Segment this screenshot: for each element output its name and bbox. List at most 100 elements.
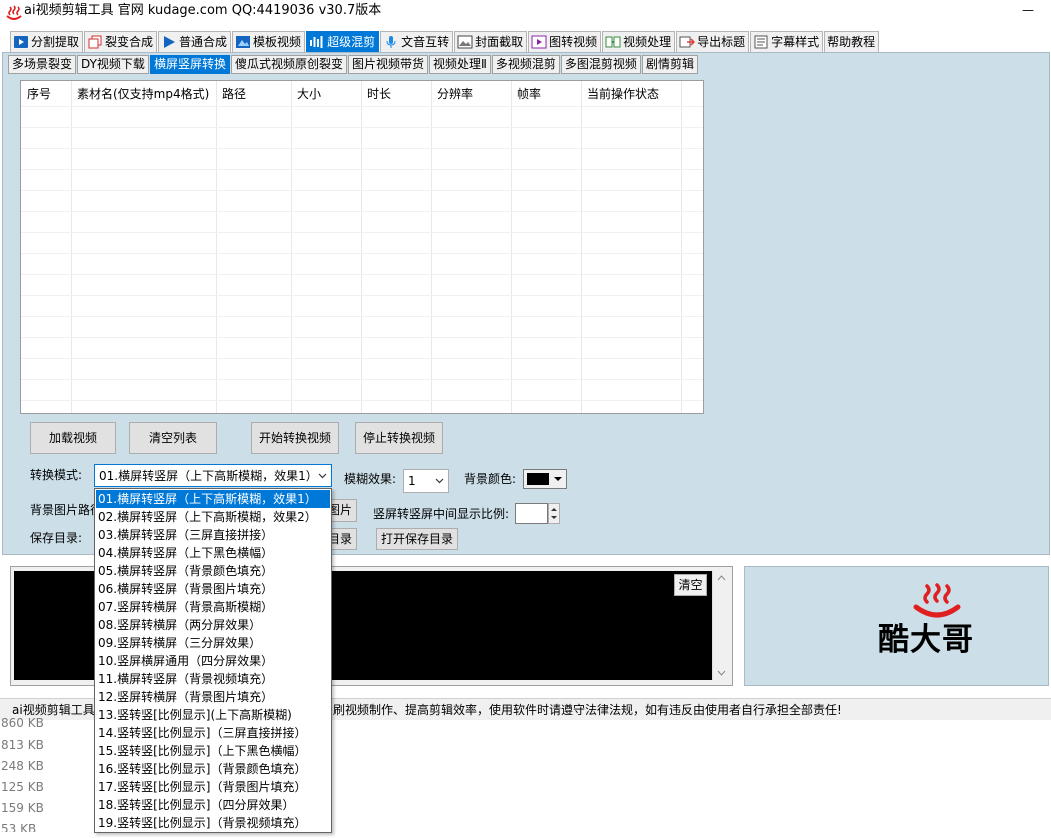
subtitle-icon (754, 35, 768, 49)
tab-label: 封面截取 (475, 35, 524, 49)
column-header-index[interactable]: 序号 (21, 82, 51, 106)
window-title: ai视频剪辑工具 官网 kudage.com QQ:4419036 v30.7版… (24, 3, 382, 18)
copy-pages-icon (88, 35, 102, 49)
mode-option[interactable]: 15.竖转竖[比例显示]（上下黑色横幅） (96, 742, 330, 760)
tab-label: 超级混剪 (327, 35, 376, 49)
mode-option[interactable]: 16.竖转竖[比例显示]（背景颜色填充） (96, 760, 330, 778)
tab-label: 模板视频 (253, 35, 302, 49)
mode-select[interactable]: 01.横屏转竖屏（上下高斯模糊，效果1） (94, 464, 332, 487)
mode-label: 转换模式: (30, 468, 83, 482)
column-header-path[interactable]: 路径 (216, 82, 246, 106)
mode-option[interactable]: 11.横屏转竖屏（背景视频填充） (96, 670, 330, 688)
mode-dropdown-list[interactable]: 01.横屏转竖屏（上下高斯模糊，效果1） 02.横屏转竖屏（上下高斯模糊，效果2… (94, 488, 332, 833)
subtab-multi-image-mix[interactable]: 多图混剪视频 (560, 55, 641, 74)
tab-normal-compose[interactable]: 普通合成 (158, 31, 232, 52)
bg-color-label: 背景颜色: (464, 472, 517, 486)
column-header-framerate[interactable]: 帧率 (511, 82, 541, 106)
blur-select[interactable]: 1 (403, 469, 449, 493)
chevron-down-icon (431, 470, 448, 491)
mode-option[interactable]: 12.竖屏转横屏（背景图片填充） (96, 688, 330, 706)
chevron-down-icon (314, 465, 331, 486)
subtab-story-edit[interactable]: 剧情剪辑 (641, 55, 698, 74)
video-file-table[interactable]: 序号 素材名(仅支持mp4格式) 路径 大小 时长 分辨率 帧率 当前操作状态 (20, 80, 704, 414)
tab-label: 字幕样式 (771, 35, 820, 49)
film-split-icon (14, 36, 28, 48)
subtab-image-video-sales[interactable]: 图片视频带货 (347, 55, 428, 74)
tab-video-process[interactable]: 视频处理 (602, 31, 676, 52)
brand-name: 酷大哥 (878, 622, 974, 658)
bg-color-picker[interactable] (523, 469, 567, 489)
subtab-dy-download[interactable]: DY视频下载 (77, 55, 149, 74)
save-dir-label: 保存目录: (30, 531, 83, 545)
mode-option[interactable]: 02.横屏转竖屏（上下高斯模糊，效果2） (96, 508, 330, 526)
bg-file-size: 125 KB (1, 780, 44, 794)
column-header-size[interactable]: 大小 (291, 82, 321, 106)
video-process-icon (605, 36, 621, 48)
image-icon (457, 35, 473, 49)
steam-bowl-logo-icon (912, 583, 962, 623)
image-to-video-icon (531, 35, 547, 49)
tab-text-audio[interactable]: 文音互转 (380, 31, 454, 52)
tab-template-video[interactable]: 模板视频 (232, 31, 306, 52)
mode-option[interactable]: 17.竖转竖[比例显示]（背景图片填充） (96, 778, 330, 796)
export-icon (679, 36, 696, 48)
subtab-video-process-2[interactable]: 视频处理Ⅱ (428, 55, 491, 74)
audio-bars-icon (310, 36, 323, 48)
subtab-multi-video-mix[interactable]: 多视频混剪 (491, 55, 560, 74)
tab-label: 普通合成 (179, 35, 228, 49)
mode-option[interactable]: 09.竖屏转横屏（三分屏效果） (96, 634, 330, 652)
tab-label: 视频处理 (623, 35, 672, 49)
mode-option[interactable]: 18.竖转竖[比例显示]（四分屏效果） (96, 796, 330, 814)
tab-label: 分割提取 (31, 35, 80, 49)
status-notice-text: 刷视频制作、提高剪辑效率，使用软件时请遵守法律法规，如有违反由使用者自行承担全部… (333, 703, 842, 717)
sub-tab-strip: 多场景裂变 DY视频下载 横屏竖屏转换 傻瓜式视频原创裂变 图片视频带货 视频处… (8, 55, 699, 74)
bg-file-size: 813 KB (1, 738, 44, 752)
column-header-status[interactable]: 当前操作状态 (581, 82, 659, 106)
log-scrollbar[interactable] (712, 571, 729, 680)
microphone-icon (386, 36, 396, 48)
mode-option[interactable]: 14.竖转竖[比例显示]（三屏直接拼接） (96, 724, 330, 742)
start-convert-button[interactable]: 开始转换视频 (251, 422, 339, 454)
mode-option[interactable]: 01.横屏转竖屏（上下高斯模糊，效果1） (96, 490, 330, 508)
tab-export-title[interactable]: 导出标题 (676, 31, 750, 52)
column-header-duration[interactable]: 时长 (361, 82, 391, 106)
mode-option[interactable]: 03.横屏转竖屏（三屏直接拼接） (96, 526, 330, 544)
tab-label: 帮助教程 (827, 35, 876, 49)
column-header-name[interactable]: 素材名(仅支持mp4格式) (71, 82, 209, 106)
tab-subtitle-style[interactable]: 字幕样式 (750, 31, 824, 52)
load-video-button[interactable]: 加载视频 (30, 422, 116, 454)
ratio-spinner[interactable] (548, 503, 560, 524)
tab-cover-capture[interactable]: 封面截取 (454, 31, 528, 52)
bg-file-size: 248 KB (1, 759, 44, 773)
mode-option[interactable]: 04.横屏转竖屏（上下黑色横幅） (96, 544, 330, 562)
column-header-resolution[interactable]: 分辨率 (431, 82, 473, 106)
tab-super-mix[interactable]: 超级混剪 (306, 31, 380, 52)
tab-help[interactable]: 帮助教程 (824, 31, 880, 52)
ratio-input[interactable] (515, 503, 548, 524)
tab-fission-compose[interactable]: 裂变合成 (84, 31, 158, 52)
mode-option[interactable]: 13.竖转竖[比例显示](上下高斯模糊) (96, 706, 330, 724)
mode-option[interactable]: 10.竖屏横屏通用（四分屏效果） (96, 652, 330, 670)
tab-split-extract[interactable]: 分割提取 (10, 31, 84, 52)
tab-label: 裂变合成 (105, 35, 154, 49)
mode-option[interactable]: 07.竖屏转横屏（背景高斯模糊） (96, 598, 330, 616)
open-save-dir-button[interactable]: 打开保存目录 (376, 528, 458, 550)
clear-list-button[interactable]: 清空列表 (129, 422, 217, 454)
mode-option[interactable]: 08.竖屏转横屏（两分屏效果） (96, 616, 330, 634)
play-icon (164, 36, 176, 48)
clear-log-button[interactable]: 清空 (674, 574, 707, 596)
subtab-orientation-convert[interactable]: 横屏竖屏转换 (149, 55, 230, 74)
mode-option[interactable]: 05.横屏转竖屏（背景颜色填充） (96, 562, 330, 580)
tab-label: 图转视频 (549, 35, 598, 49)
stop-convert-button[interactable]: 停止转换视频 (355, 422, 443, 454)
tab-image-to-video[interactable]: 图转视频 (528, 31, 602, 52)
minimize-button[interactable]: — (1016, 4, 1040, 22)
brand-panel: 酷大哥 (744, 566, 1049, 686)
mode-option[interactable]: 19.竖转竖[比例显示]（背景视频填充） (96, 814, 330, 832)
mode-option[interactable]: 06.横屏转竖屏（背景图片填充） (96, 580, 330, 598)
subtab-multi-scene[interactable]: 多场景裂变 (8, 55, 77, 74)
app-logo-icon (6, 5, 22, 21)
subtab-easy-original[interactable]: 傻瓜式视频原创裂变 (230, 55, 347, 74)
chevron-down-icon (551, 471, 565, 487)
bg-file-size: 159 KB (1, 801, 44, 815)
